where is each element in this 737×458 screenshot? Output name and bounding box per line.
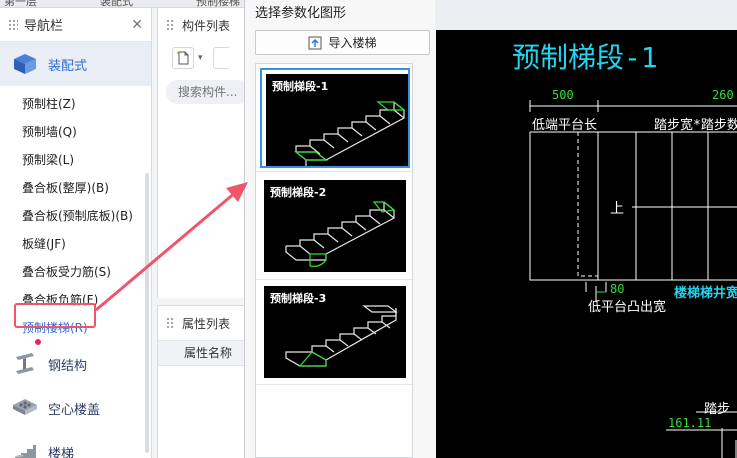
- nav-category-label: 楼梯: [48, 446, 75, 458]
- shape-thumbnail-list: 预制梯段-1 预制梯段-2 预制梯段-3: [255, 63, 413, 458]
- thumbnail-label: 预制梯段-1: [272, 80, 329, 93]
- shape-thumbnail[interactable]: 预制梯段-2: [260, 176, 410, 276]
- nav-title: 导航栏: [24, 19, 64, 34]
- property-list-header: 属性列表: [158, 306, 245, 340]
- property-list-panel: 属性列表 属性名称: [157, 305, 245, 458]
- nav-item-slab-main-rebar[interactable]: 叠合板受力筋(S): [0, 258, 151, 286]
- shape-thumbnail[interactable]: 预制梯段-3: [260, 282, 410, 382]
- label-up: 上: [610, 201, 624, 217]
- app-window: 第一层 装配式 预制楼梯 导航栏 ✕ 装配式 预制柱(Z) 预制墙(Q) 预制梁…: [0, 0, 737, 458]
- label-low-platform-length: 低端平台长: [532, 118, 598, 133]
- stair-icon: [15, 445, 36, 458]
- component-search-input[interactable]: [166, 80, 250, 104]
- label-stair-well-width: 楼梯梯井宽: [674, 286, 737, 301]
- dimension-500: 500: [552, 88, 574, 102]
- stair-preview-image: 预制梯段-2: [264, 180, 406, 272]
- nav-category-label: 装配式: [48, 58, 88, 74]
- close-icon[interactable]: ✕: [131, 17, 143, 33]
- select-parametric-shape-dialog: 选择参数化图形 导入楼梯 预制梯段-1 预制梯段-2 预制梯段-3 预制梯段-1…: [244, 0, 737, 458]
- nav-item-precast-wall[interactable]: 预制墙(Q): [0, 118, 151, 146]
- import-icon: [308, 36, 322, 49]
- top-tab[interactable]: 第一层: [4, 0, 37, 7]
- cad-drawing-title: 预制梯段-1: [512, 41, 658, 74]
- hollow-floor-icon: [13, 399, 37, 415]
- navigation-panel: 导航栏 ✕ 装配式 预制柱(Z) 预制墙(Q) 预制梁(L) 叠合板(整厚)(B…: [0, 8, 152, 458]
- thumbnail-label: 预制梯段-2: [270, 186, 327, 199]
- import-stair-button[interactable]: 导入楼梯: [255, 30, 430, 55]
- dialog-titlebar-right: [435, 0, 737, 30]
- copy-component-button[interactable]: [212, 47, 229, 69]
- dialog-title: 选择参数化图形: [255, 6, 347, 21]
- component-list-header: 构件列表: [158, 8, 245, 42]
- import-stair-label: 导入楼梯: [328, 36, 377, 50]
- nav-category-steel[interactable]: 钢结构: [0, 342, 151, 386]
- nav-category-prefab[interactable]: 装配式: [0, 42, 151, 86]
- stair-plan-drawing: [529, 100, 737, 458]
- property-list-title: 属性列表: [182, 316, 231, 331]
- label-tread: 踏步: [704, 402, 731, 417]
- component-toolbar: ▾: [158, 42, 245, 74]
- drag-handle-icon[interactable]: [166, 317, 174, 329]
- component-list-panel: 构件列表 ▾: [157, 8, 250, 298]
- list-divider: [256, 279, 412, 280]
- chevron-down-icon[interactable]: ▾: [198, 53, 203, 63]
- drag-handle-icon[interactable]: [8, 18, 18, 31]
- nav-scrollbar[interactable]: [145, 173, 149, 453]
- nav-item-precast-column[interactable]: 预制柱(Z): [0, 90, 151, 118]
- nav-item-precast-beam[interactable]: 预制梁(L): [0, 146, 151, 174]
- new-component-button[interactable]: [172, 47, 194, 69]
- drag-handle-icon[interactable]: [166, 19, 174, 31]
- stair-preview-image: 预制梯段-1: [266, 74, 408, 166]
- dimension-260: 260: [712, 88, 734, 102]
- stair-preview-image: 预制梯段-3: [264, 286, 406, 378]
- nav-category-hollow-floor[interactable]: 空心楼盖: [0, 386, 151, 430]
- top-tab[interactable]: 装配式: [100, 0, 133, 7]
- nav-item-composite-slab-full[interactable]: 叠合板(整厚)(B): [0, 174, 151, 202]
- nav-item-slab-joint[interactable]: 板缝(JF): [0, 230, 151, 258]
- thumbnail-label: 预制梯段-3: [270, 292, 327, 305]
- steel-beam-icon: [16, 353, 34, 374]
- nav-category-label: 空心楼盖: [48, 402, 101, 418]
- label-low-platform-offset: 低平台凸出宽: [588, 300, 667, 315]
- nav-item-composite-slab-base[interactable]: 叠合板(预制底板)(B): [0, 202, 151, 230]
- selection-highlight-box: [14, 303, 96, 328]
- dimension-80: 80: [610, 282, 625, 296]
- prefab-building-icon: [14, 54, 36, 74]
- nav-category-label: 钢结构: [48, 358, 88, 374]
- nav-header: 导航栏 ✕: [0, 8, 151, 42]
- component-list-title: 构件列表: [182, 18, 231, 33]
- top-tab[interactable]: 预制楼梯: [196, 0, 240, 7]
- new-document-icon: [177, 51, 189, 65]
- cad-preview-canvas[interactable]: 预制梯段-1 500 260 低端平台长 踏步宽*踏步数 上 80 低平台凸出宽…: [436, 30, 737, 458]
- list-divider: [256, 171, 412, 172]
- label-step-width-count: 踏步宽*踏步数: [654, 118, 737, 133]
- notification-dot: [35, 339, 41, 345]
- property-name-column-header: 属性名称: [158, 340, 245, 366]
- nav-category-stair[interactable]: 楼梯: [0, 430, 151, 458]
- shape-thumbnail[interactable]: 预制梯段-1: [260, 68, 410, 168]
- list-divider: [256, 384, 412, 385]
- dimension-161: 161.11: [668, 416, 712, 430]
